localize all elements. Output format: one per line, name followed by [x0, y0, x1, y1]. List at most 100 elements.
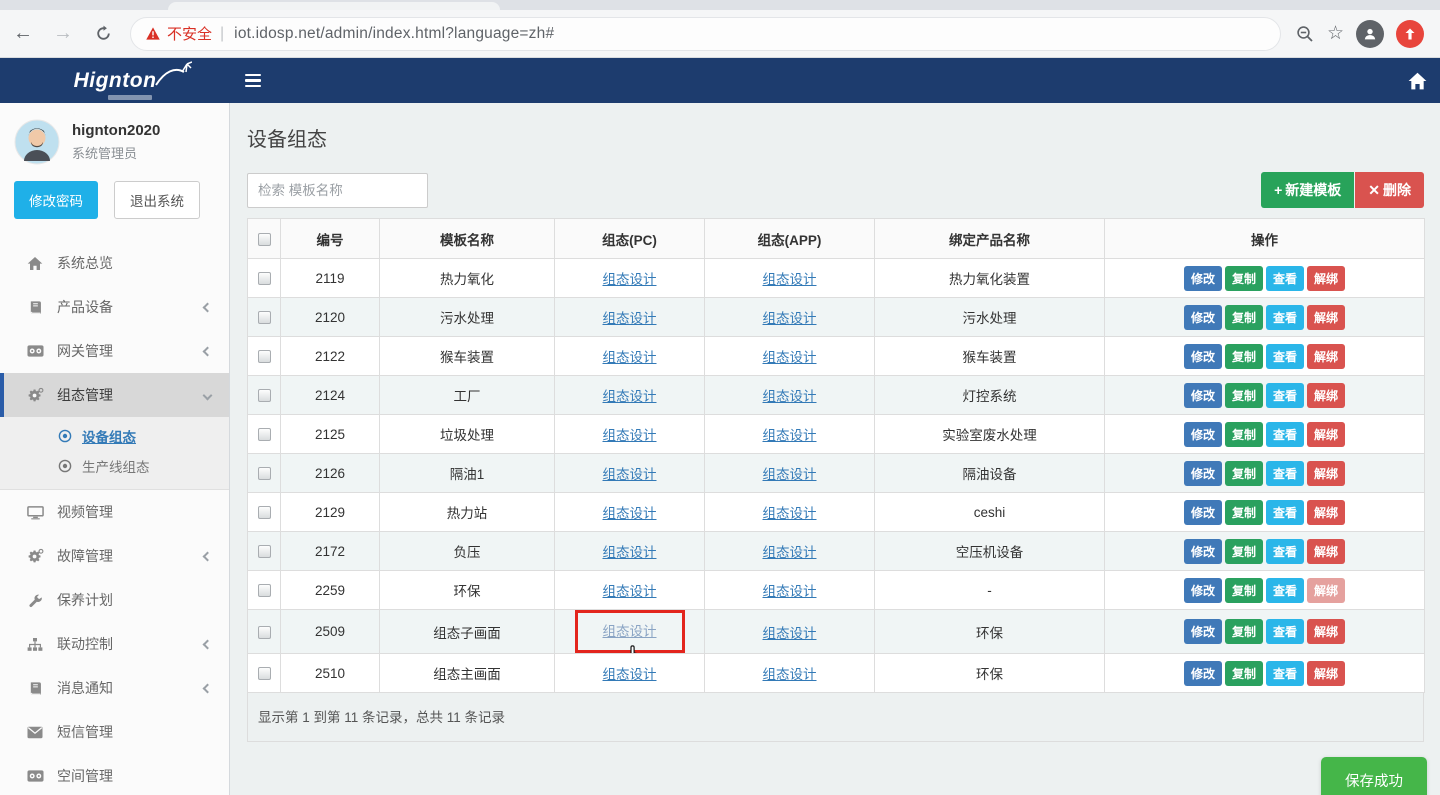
app-config-link[interactable]: 组态设计 — [763, 545, 817, 560]
view-button[interactable]: 查看 — [1266, 578, 1304, 603]
pc-config-link[interactable]: 组态设计 — [603, 428, 657, 443]
edit-button[interactable]: 修改 — [1184, 305, 1222, 330]
delete-button[interactable]: ✕删除 — [1355, 172, 1424, 208]
edit-button[interactable]: 修改 — [1184, 383, 1222, 408]
pc-config-link[interactable]: 组态设计 — [603, 272, 657, 287]
unbind-button[interactable]: 解绑 — [1307, 661, 1345, 686]
edit-button[interactable]: 修改 — [1184, 619, 1222, 644]
unbind-button[interactable]: 解绑 — [1307, 500, 1345, 525]
pc-config-link[interactable]: 组态设计 — [603, 624, 657, 639]
reload-button[interactable] — [86, 17, 120, 51]
row-checkbox[interactable] — [258, 428, 271, 441]
row-checkbox[interactable] — [258, 667, 271, 680]
app-config-link[interactable]: 组态设计 — [763, 584, 817, 599]
sidebar-item-5[interactable]: 故障管理 — [0, 534, 229, 578]
zoom-out-icon[interactable] — [1295, 24, 1315, 44]
app-config-link[interactable]: 组态设计 — [763, 272, 817, 287]
address-bar[interactable]: 不安全 | iot.idosp.net/admin/index.html?lan… — [130, 17, 1281, 51]
view-button[interactable]: 查看 — [1266, 383, 1304, 408]
edit-button[interactable]: 修改 — [1184, 344, 1222, 369]
row-checkbox[interactable] — [258, 626, 271, 639]
back-button[interactable]: ← — [6, 17, 40, 51]
edit-button[interactable]: 修改 — [1184, 461, 1222, 486]
row-checkbox[interactable] — [258, 584, 271, 597]
copy-button[interactable]: 复制 — [1225, 619, 1263, 644]
app-config-link[interactable]: 组态设计 — [763, 626, 817, 641]
browser-update-button[interactable] — [1396, 20, 1424, 48]
forward-button[interactable]: → — [46, 17, 80, 51]
copy-button[interactable]: 复制 — [1225, 344, 1263, 369]
change-password-button[interactable]: 修改密码 — [14, 181, 98, 219]
sidebar-item-6[interactable]: 保养计划 — [0, 578, 229, 622]
copy-button[interactable]: 复制 — [1225, 661, 1263, 686]
edit-button[interactable]: 修改 — [1184, 422, 1222, 447]
pc-config-link[interactable]: 组态设计 — [603, 545, 657, 560]
sidebar-item-4[interactable]: 视频管理 — [0, 490, 229, 534]
view-button[interactable]: 查看 — [1266, 619, 1304, 644]
app-config-link[interactable]: 组态设计 — [763, 428, 817, 443]
view-button[interactable]: 查看 — [1266, 661, 1304, 686]
copy-button[interactable]: 复制 — [1225, 461, 1263, 486]
pc-config-link[interactable]: 组态设计 — [603, 350, 657, 365]
view-button[interactable]: 查看 — [1266, 500, 1304, 525]
pc-config-link[interactable]: 组态设计 — [603, 311, 657, 326]
new-template-button[interactable]: +新建模板 — [1261, 172, 1354, 208]
copy-button[interactable]: 复制 — [1225, 422, 1263, 447]
edit-button[interactable]: 修改 — [1184, 578, 1222, 603]
bookmark-star-icon[interactable]: ☆ — [1327, 22, 1344, 45]
app-config-link[interactable]: 组态设计 — [763, 506, 817, 521]
view-button[interactable]: 查看 — [1266, 422, 1304, 447]
copy-button[interactable]: 复制 — [1225, 383, 1263, 408]
pc-config-link[interactable]: 组态设计 — [603, 584, 657, 599]
sidebar-item-3[interactable]: 组态管理 — [0, 373, 229, 417]
edit-button[interactable]: 修改 — [1184, 661, 1222, 686]
sidebar-item-1[interactable]: 产品设备 — [0, 285, 229, 329]
unbind-button[interactable]: 解绑 — [1307, 305, 1345, 330]
copy-button[interactable]: 复制 — [1225, 578, 1263, 603]
search-input[interactable] — [247, 173, 428, 208]
row-checkbox[interactable] — [258, 311, 271, 324]
view-button[interactable]: 查看 — [1266, 461, 1304, 486]
row-checkbox[interactable] — [258, 545, 271, 558]
row-checkbox[interactable] — [258, 506, 271, 519]
edit-button[interactable]: 修改 — [1184, 266, 1222, 291]
app-config-link[interactable]: 组态设计 — [763, 389, 817, 404]
not-secure-label[interactable]: 不安全 — [167, 23, 212, 44]
unbind-button[interactable]: 解绑 — [1307, 383, 1345, 408]
copy-button[interactable]: 复制 — [1225, 539, 1263, 564]
sidebar-item-10[interactable]: 空间管理 — [0, 754, 229, 795]
row-checkbox[interactable] — [258, 467, 271, 480]
unbind-button[interactable]: 解绑 — [1307, 539, 1345, 564]
edit-button[interactable]: 修改 — [1184, 500, 1222, 525]
pc-config-link[interactable]: 组态设计 — [603, 506, 657, 521]
url-text[interactable]: iot.idosp.net/admin/index.html?language=… — [234, 25, 554, 43]
sidebar-subitem-1[interactable]: 生产线组态 — [0, 451, 229, 481]
app-config-link[interactable]: 组态设计 — [763, 467, 817, 482]
copy-button[interactable]: 复制 — [1225, 305, 1263, 330]
copy-button[interactable]: 复制 — [1225, 266, 1263, 291]
sidebar-subitem-0[interactable]: 设备组态 — [0, 421, 229, 451]
unbind-button[interactable]: 解绑 — [1307, 619, 1345, 644]
row-checkbox[interactable] — [258, 389, 271, 402]
sidebar-toggle-button[interactable] — [230, 58, 276, 103]
unbind-button[interactable]: 解绑 — [1307, 344, 1345, 369]
sidebar-item-2[interactable]: 网关管理 — [0, 329, 229, 373]
pc-config-link[interactable]: 组态设计 — [603, 389, 657, 404]
sidebar-item-0[interactable]: 系统总览 — [0, 241, 229, 285]
edit-button[interactable]: 修改 — [1184, 539, 1222, 564]
sidebar-item-9[interactable]: 短信管理 — [0, 710, 229, 754]
app-config-link[interactable]: 组态设计 — [763, 350, 817, 365]
view-button[interactable]: 查看 — [1266, 266, 1304, 291]
unbind-button[interactable]: 解绑 — [1307, 422, 1345, 447]
unbind-button[interactable]: 解绑 — [1307, 578, 1345, 603]
unbind-button[interactable]: 解绑 — [1307, 461, 1345, 486]
view-button[interactable]: 查看 — [1266, 539, 1304, 564]
select-all-checkbox[interactable] — [258, 233, 271, 246]
view-button[interactable]: 查看 — [1266, 344, 1304, 369]
sidebar-item-7[interactable]: 联动控制 — [0, 622, 229, 666]
pc-config-link[interactable]: 组态设计 — [603, 467, 657, 482]
row-checkbox[interactable] — [258, 350, 271, 363]
copy-button[interactable]: 复制 — [1225, 500, 1263, 525]
browser-profile-avatar[interactable] — [1356, 20, 1384, 48]
unbind-button[interactable]: 解绑 — [1307, 266, 1345, 291]
